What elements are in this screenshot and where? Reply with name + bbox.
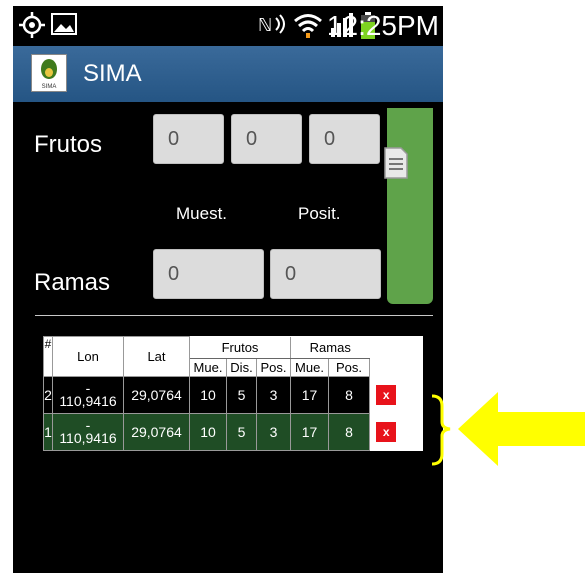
ramas-posit-input[interactable]: 0 (270, 249, 381, 299)
col-frutos-dis-header: Dis. (226, 358, 257, 377)
col-ramas-header: Ramas (290, 336, 370, 359)
row-frutos-dis: 5 (226, 376, 257, 414)
records-table: # Lon Lat Frutos Ramas Mue. Dis. Pos. Mu… (43, 336, 423, 451)
brace-icon (431, 394, 451, 466)
row-ramas-mue: 17 (290, 413, 329, 451)
col-frutos-header: Frutos (189, 336, 291, 359)
action-bar: SIMA SIMA (13, 46, 443, 102)
col-frutos-mue-header: Mue. (189, 358, 227, 377)
row-action-cell: x (369, 413, 403, 451)
col-lon-header: Lon (52, 336, 124, 377)
delete-button[interactable]: x (376, 385, 397, 405)
col-frutos-pos-header: Pos. (256, 358, 291, 377)
document-icon (384, 147, 408, 179)
row-lon-value: 110,9416 (59, 430, 117, 446)
row-lat: 29,0764 (123, 413, 190, 451)
frutos-posit-input[interactable]: 0 (309, 114, 380, 164)
row-num: 1 (43, 413, 53, 451)
col-ramas-pos-header: Pos. (328, 358, 370, 377)
col-lat-header: Lat (123, 336, 190, 377)
frutos-muest-input[interactable]: 0 (153, 114, 224, 164)
row-lat: 29,0764 (123, 376, 190, 414)
row-lon: - 110,9416 (52, 376, 124, 414)
table-row[interactable]: 2 - 110,9416 29,0764 10 5 3 17 8 x (43, 376, 403, 414)
save-button[interactable] (384, 108, 433, 304)
app-title: SIMA (83, 60, 142, 87)
col-action-header (370, 337, 403, 377)
picture-icon (51, 13, 77, 35)
gps-icon (19, 12, 45, 38)
ramas-label: Ramas (34, 269, 111, 296)
divider (35, 315, 433, 316)
row-num: 2 (43, 376, 53, 414)
delete-button[interactable]: x (376, 422, 397, 442)
clock: 12:25PM (326, 10, 439, 41)
ramas-muest-input[interactable]: 0 (153, 249, 264, 299)
frutos-label: Frutos (34, 131, 103, 158)
col-num-header: # (43, 336, 53, 377)
row-action-cell: x (369, 376, 403, 414)
avocado-pit (45, 68, 53, 77)
row-lon-value: 110,9416 (59, 393, 117, 409)
row-frutos-pos: 3 (256, 376, 291, 414)
arrow-left-icon (458, 392, 585, 466)
row-frutos-pos: 3 (256, 413, 291, 451)
row-ramas-mue: 17 (290, 376, 329, 414)
wifi-icon (294, 14, 322, 38)
app-logo[interactable]: SIMA (31, 54, 67, 92)
row-frutos-mue: 10 (189, 413, 227, 451)
row-ramas-pos: 8 (328, 376, 370, 414)
muest-label: Muest. (176, 204, 228, 223)
row-frutos-dis: 5 (226, 413, 257, 451)
nfc-icon: ℕ (258, 14, 285, 36)
row-lon: - 110,9416 (52, 413, 124, 451)
frutos-dis-input[interactable]: 0 (231, 114, 302, 164)
svg-text:ℕ: ℕ (258, 15, 272, 36)
table-row[interactable]: 1 - 110,9416 29,0764 10 5 3 17 8 x (43, 413, 403, 451)
phone-screen: ℕ 12:25PM SIMA SIMA Frutos 0 0 0 Muest. … (13, 6, 443, 573)
app-logo-label: SIMA (41, 84, 57, 90)
posit-label: Posit. (298, 204, 341, 223)
col-ramas-mue-header: Mue. (290, 358, 329, 377)
row-frutos-mue: 10 (189, 376, 227, 414)
status-bar: ℕ 12:25PM (13, 6, 443, 46)
annotation-arrow (431, 392, 585, 466)
row-ramas-pos: 8 (328, 413, 370, 451)
